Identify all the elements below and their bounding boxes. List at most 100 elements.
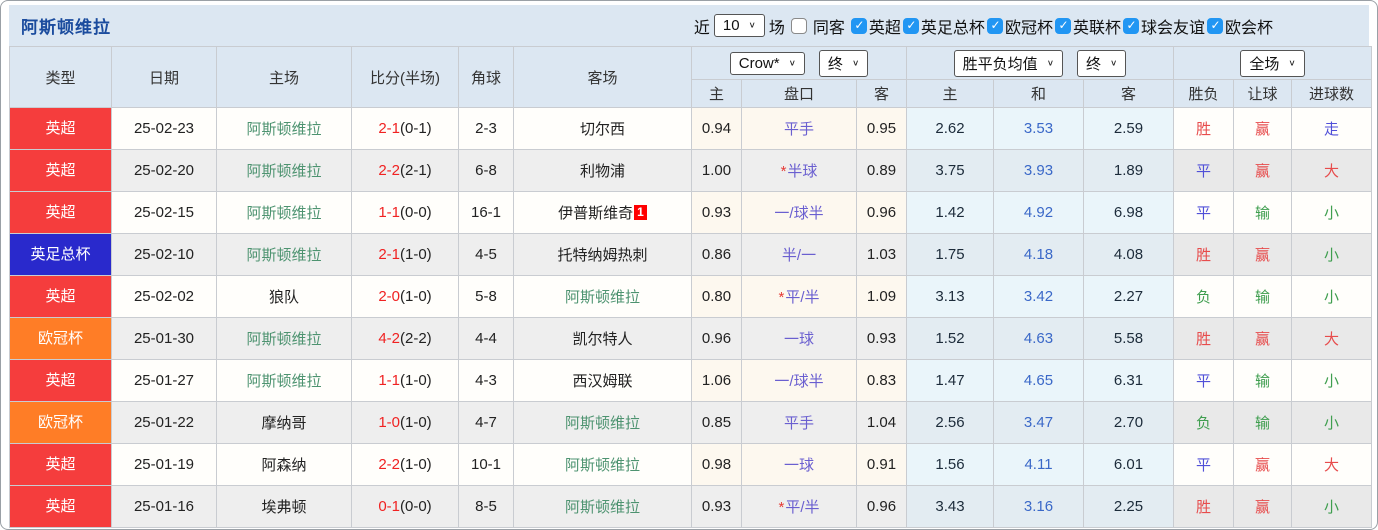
home-team-name[interactable]: 阿斯顿维拉: [246, 247, 321, 264]
home-team-name[interactable]: 狼队: [269, 289, 299, 306]
away-team-cell[interactable]: 阿斯顿维拉: [513, 443, 692, 486]
home-team-cell[interactable]: 阿斯顿维拉: [216, 107, 352, 150]
home-team-cell[interactable]: 狼队: [216, 275, 352, 318]
chevron-down-icon: ∨: [1288, 58, 1296, 68]
col-header-corner: 角球: [458, 46, 514, 108]
handicap-odds-away: 0.83: [855, 359, 908, 402]
away-team-cell[interactable]: 托特纳姆热刺: [513, 233, 692, 276]
handicap-odds-away: 0.89: [855, 149, 908, 192]
avg-odds-away: 6.31: [1083, 359, 1175, 402]
score-cell: 2-2(1-0): [351, 443, 459, 486]
match-date: 25-02-02: [111, 275, 217, 318]
away-team-cell[interactable]: 阿斯顿维拉: [513, 275, 692, 318]
checkbox-icon[interactable]: [1206, 17, 1223, 34]
competition-cell: 英超: [9, 443, 112, 486]
handicap-line-cell: *平/半: [741, 485, 857, 528]
home-team-name[interactable]: 埃弗顿: [261, 499, 306, 516]
result-win-draw-loss: 平: [1173, 443, 1235, 486]
checkbox-icon[interactable]: [1054, 17, 1071, 34]
same-away-checkbox[interactable]: [790, 17, 807, 34]
away-team-name[interactable]: 凯尔特人: [572, 331, 632, 348]
home-team-cell[interactable]: 阿森纳: [216, 443, 352, 486]
competition-cell: 英超: [9, 107, 112, 150]
home-team-cell[interactable]: 摩纳哥: [216, 401, 352, 444]
handicap-odds-home: 0.94: [691, 107, 742, 150]
away-team-name[interactable]: 伊普斯维奇: [558, 205, 633, 222]
away-team-cell[interactable]: 阿斯顿维拉: [513, 485, 692, 528]
result-win-draw-loss: 负: [1173, 401, 1235, 444]
result-handicap-cover: 输: [1233, 191, 1293, 234]
away-team-cell[interactable]: 利物浦: [513, 149, 692, 192]
home-team-name[interactable]: 阿斯顿维拉: [246, 373, 321, 390]
away-team-cell[interactable]: 切尔西: [513, 107, 692, 150]
full-time-score: 2-2: [378, 456, 400, 473]
checkbox-icon[interactable]: [902, 17, 919, 34]
home-team-cell[interactable]: 阿斯顿维拉: [216, 233, 352, 276]
half-time-score: (1-0): [400, 372, 432, 389]
home-team-name[interactable]: 阿斯顿维拉: [246, 205, 321, 222]
away-team-name[interactable]: 切尔西: [580, 121, 625, 138]
away-team-cell[interactable]: 阿斯顿维拉: [513, 401, 692, 444]
away-team-cell[interactable]: 西汉姆联: [513, 359, 692, 402]
away-team-name[interactable]: 阿斯顿维拉: [565, 499, 640, 516]
home-team-cell[interactable]: 埃弗顿: [216, 485, 352, 528]
checkbox-icon[interactable]: [986, 17, 1003, 34]
match-count-select[interactable]: 10 ∨: [713, 14, 765, 37]
handicap-odds-away: 1.09: [855, 275, 908, 318]
home-team-cell[interactable]: 阿斯顿维拉: [216, 191, 352, 234]
chevron-down-icon: ∨: [851, 58, 860, 68]
checkbox-icon[interactable]: [1122, 17, 1139, 34]
competition-filter[interactable]: 英联杯: [1053, 14, 1121, 38]
competition-cell: 英超: [9, 359, 112, 402]
away-team-name[interactable]: 阿斯顿维拉: [565, 457, 640, 474]
competition-filter[interactable]: 英足总杯: [901, 14, 985, 38]
home-team-name[interactable]: 摩纳哥: [261, 415, 306, 432]
chevron-down-icon: ∨: [788, 58, 796, 68]
chevron-down-icon: ∨: [748, 20, 756, 31]
competition-filter[interactable]: 欧会杯: [1205, 14, 1273, 38]
handicap-line: 一球: [783, 331, 814, 348]
filter-bar: 阿斯顿维拉 近 10 ∨ 场 同客 英超 英足总杯 欧冠杯 英联杯 球会友谊 欧…: [9, 5, 1369, 46]
competition-filter[interactable]: 英超: [849, 14, 901, 38]
away-team-name[interactable]: 利物浦: [580, 163, 625, 180]
home-team-cell[interactable]: 阿斯顿维拉: [216, 149, 352, 192]
competition-badge: 欧冠杯: [10, 402, 111, 443]
result-handicap-cover: 赢: [1233, 485, 1293, 528]
away-team-cell[interactable]: 伊普斯维奇 1: [513, 191, 692, 234]
checkbox-icon[interactable]: [850, 17, 867, 34]
scope-select[interactable]: 全场 ∨: [1240, 49, 1305, 77]
away-team-name[interactable]: 西汉姆联: [572, 373, 632, 390]
avg-period-select[interactable]: 终 ∨: [1077, 49, 1127, 77]
home-team-cell[interactable]: 阿斯顿维拉: [216, 359, 352, 402]
home-team-name[interactable]: 阿斯顿维拉: [246, 163, 321, 180]
competition-filter[interactable]: 欧冠杯: [985, 14, 1053, 38]
match-table-body: 英超 25-02-23 阿斯顿维拉 2-1(0-1) 2-3 切尔西 0.94 …: [9, 107, 1373, 528]
competition-cell: 英足总杯: [9, 233, 112, 276]
corner-score: 10-1: [458, 443, 514, 486]
competition-filter[interactable]: 球会友谊: [1121, 14, 1205, 38]
corner-score: 2-3: [458, 107, 514, 150]
odds-period-select[interactable]: 终 ∨: [818, 49, 869, 77]
home-team-name[interactable]: 阿斯顿维拉: [246, 121, 321, 138]
home-team-name[interactable]: 阿斯顿维拉: [246, 331, 321, 348]
bookmaker-select[interactable]: Crow* ∨: [729, 51, 805, 75]
handicap-line-cell: 半/一: [741, 233, 857, 276]
away-team-name[interactable]: 托特纳姆热刺: [557, 247, 647, 264]
result-goals-line: 小: [1291, 485, 1373, 528]
col-header-score: 比分(半场): [351, 46, 459, 108]
sub-header-goals: 进球数: [1291, 79, 1373, 108]
away-team-name[interactable]: 阿斯顿维拉: [565, 289, 640, 306]
away-team-cell[interactable]: 凯尔特人: [513, 317, 692, 360]
away-team-name[interactable]: 阿斯顿维拉: [565, 415, 640, 432]
home-team-cell[interactable]: 阿斯顿维拉: [216, 317, 352, 360]
col-header-away: 客场: [513, 46, 692, 108]
avg-odds-away: 6.98: [1083, 191, 1175, 234]
red-card-badge: 1: [634, 205, 647, 220]
home-team-name[interactable]: 阿森纳: [261, 457, 306, 474]
corner-score: 4-5: [458, 233, 514, 276]
sub-header-odds-away: 客: [855, 79, 908, 108]
match-count-value: 10: [722, 17, 740, 34]
match-row: 英超 25-01-19 阿森纳 2-2(1-0) 10-1 阿斯顿维拉 0.98…: [9, 443, 1373, 486]
avg-type-select[interactable]: 胜平负均值 ∨: [953, 49, 1064, 77]
handicap-line: 一球: [783, 457, 814, 474]
